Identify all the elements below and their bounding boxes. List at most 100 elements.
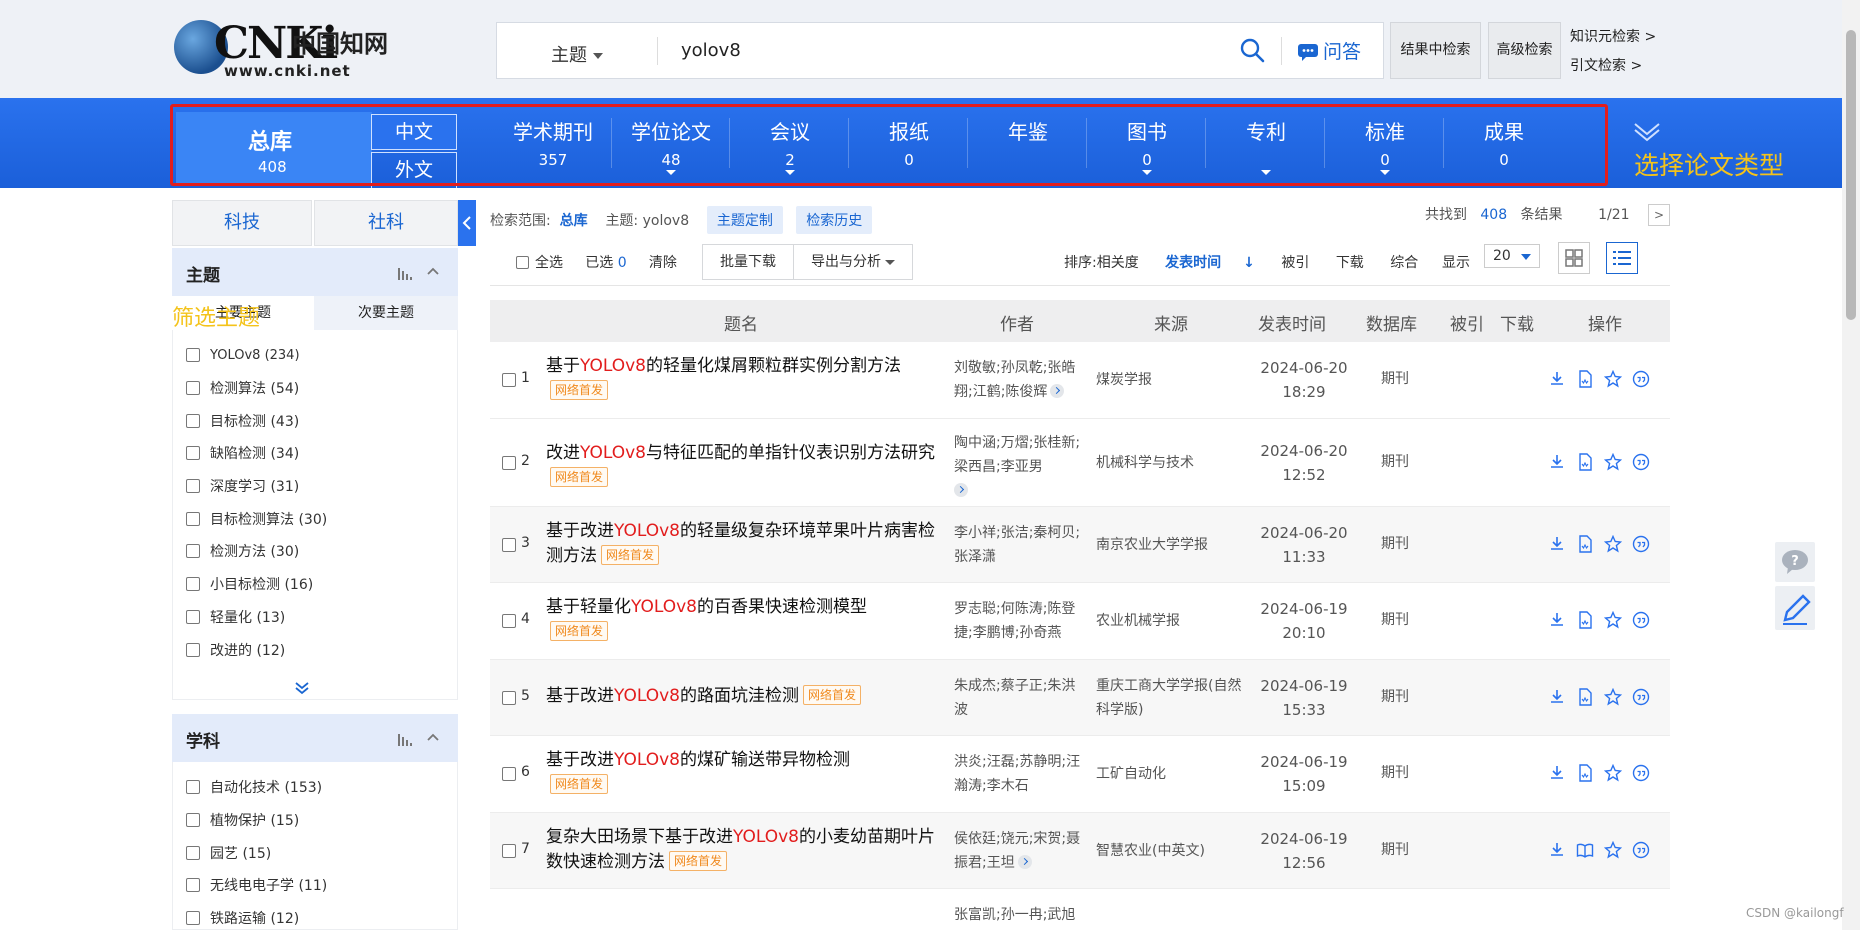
bulk-download-button[interactable]: 批量下载: [702, 244, 794, 280]
row-checkbox[interactable]: [502, 843, 516, 858]
authors[interactable]: 张富凯;孙一冉;武旭: [954, 903, 1086, 927]
source-link[interactable]: 工矿自动化: [1096, 762, 1246, 786]
subject-panel-header[interactable]: 学科: [172, 714, 458, 762]
more-authors-icon[interactable]: [1017, 854, 1032, 869]
html-read-icon[interactable]: [1576, 687, 1594, 706]
list-item[interactable]: 轻量化 (13): [186, 601, 456, 634]
star-icon[interactable]: [1604, 611, 1622, 629]
sort-relevance[interactable]: 相关度: [1097, 255, 1139, 271]
paper-title-link[interactable]: 基于YOLOv8的轻量化煤屑颗粒群实例分割方法 网络首发: [546, 354, 946, 404]
html-read-icon[interactable]: [1576, 452, 1594, 471]
search-icon[interactable]: [1239, 37, 1265, 63]
authors[interactable]: 洪炎;汪磊;苏静明;汪瀚涛;李木石: [954, 750, 1086, 798]
cite-icon[interactable]: [1632, 453, 1650, 471]
export-analysis-button[interactable]: 导出与分析: [793, 244, 913, 280]
download-icon[interactable]: [1548, 764, 1566, 782]
download-icon[interactable]: [1548, 535, 1566, 553]
row-checkbox[interactable]: [502, 537, 516, 552]
authors[interactable]: 陶中涵;万熠;张桂新;梁西昌;李亚男: [954, 431, 1086, 503]
cite-icon[interactable]: [1632, 370, 1650, 388]
paper-title-link[interactable]: 基于改进YOLOv8的路面坑洼检测 网络首发: [546, 684, 946, 709]
list-item[interactable]: 深度学习 (31): [186, 470, 456, 503]
row-checkbox[interactable]: [502, 373, 516, 387]
authors[interactable]: 侯依廷;饶元;宋贺;聂振君;王坦: [954, 827, 1086, 875]
chevron-down-icon[interactable]: [1632, 120, 1662, 142]
page-scrollbar[interactable]: [1842, 0, 1860, 930]
page-size-select[interactable]: 20: [1484, 244, 1540, 268]
expand-more-icon[interactable]: [294, 680, 310, 696]
source-link[interactable]: 重庆工商大学学报(自然科学版): [1096, 674, 1246, 722]
row-checkbox[interactable]: [502, 767, 516, 781]
cite-icon[interactable]: [1632, 611, 1650, 629]
list-item[interactable]: 检测方法 (30): [186, 535, 456, 568]
source-link[interactable]: 农业机械学报: [1096, 609, 1246, 633]
tab-tech[interactable]: 科技: [172, 200, 312, 246]
topic-custom-button[interactable]: 主题定制: [706, 206, 783, 234]
search-history-button[interactable]: 检索历史: [796, 206, 873, 234]
star-icon[interactable]: [1604, 764, 1622, 782]
list-item[interactable]: 目标检测 (43): [186, 404, 456, 437]
html-read-icon[interactable]: [1576, 370, 1594, 388]
sort-date[interactable]: 发表时间 ↓: [1165, 255, 1255, 271]
cite-icon[interactable]: [1632, 535, 1650, 553]
sidebar-collapse-button[interactable]: [458, 200, 476, 246]
more-authors-icon[interactable]: [1050, 384, 1065, 398]
scope-value[interactable]: 总库: [560, 213, 588, 229]
cite-icon[interactable]: [1632, 841, 1650, 859]
search-in-results-button[interactable]: 结果中检索: [1390, 22, 1481, 79]
authors[interactable]: 罗志聪;何陈涛;陈登捷;李鹏博;孙奇燕: [954, 597, 1086, 645]
authors[interactable]: 朱成杰;蔡子正;朱洪波: [954, 674, 1086, 722]
book-read-icon[interactable]: [1576, 841, 1594, 859]
feedback-button[interactable]: ?: [1775, 542, 1815, 582]
source-link[interactable]: 机械科学与技术: [1096, 451, 1246, 475]
list-item[interactable]: 植物保护 (15): [186, 804, 456, 837]
knowledge-search-link[interactable]: 知识元检索 >: [1570, 26, 1656, 46]
cite-icon[interactable]: [1632, 764, 1650, 782]
search-field-select[interactable]: 主题: [551, 41, 603, 67]
bar-chart-icon[interactable]: [398, 266, 414, 280]
citation-search-link[interactable]: 引文检索 >: [1570, 55, 1642, 75]
clear-button[interactable]: 清除: [649, 255, 677, 271]
select-all-checkbox[interactable]: 全选: [516, 255, 563, 271]
cite-icon[interactable]: [1632, 688, 1650, 706]
star-icon[interactable]: [1604, 687, 1622, 706]
row-checkbox[interactable]: [502, 690, 516, 705]
html-read-icon[interactable]: [1576, 764, 1594, 782]
list-item[interactable]: 自动化技术 (153): [186, 771, 456, 804]
topic-panel-header[interactable]: 主题: [172, 248, 458, 296]
chevron-up-icon[interactable]: [426, 730, 440, 744]
list-item[interactable]: 检测算法 (54): [186, 372, 456, 405]
row-checkbox[interactable]: [502, 614, 516, 628]
authors[interactable]: 刘敬敏;孙凤乾;张皓翔;江鹤;陈俊辉: [954, 356, 1086, 404]
cnki-logo[interactable]: CNKi 中国知网 www.cnki.net: [174, 18, 404, 80]
html-read-icon[interactable]: [1576, 611, 1594, 629]
advanced-search-button[interactable]: 高级检索: [1488, 22, 1561, 79]
tab-minor-topic[interactable]: 次要主题: [314, 296, 458, 330]
list-item[interactable]: 缺陷检测 (34): [186, 437, 456, 470]
sort-cited[interactable]: 被引: [1281, 255, 1309, 271]
search-input[interactable]: [681, 23, 1211, 78]
paper-title-link[interactable]: 基于轻量化YOLOv8的百香果快速检测模型 网络首发: [546, 595, 946, 645]
star-icon[interactable]: [1604, 370, 1622, 388]
scrollbar-thumb[interactable]: [1846, 30, 1856, 320]
paper-title-link[interactable]: 基于改进YOLOv8的轻量级复杂环境苹果叶片病害检测方法 网络首发: [546, 519, 946, 569]
download-icon[interactable]: [1548, 611, 1566, 629]
download-icon[interactable]: [1548, 688, 1566, 706]
download-icon[interactable]: [1548, 370, 1566, 388]
list-item[interactable]: 无线电电子学 (11): [186, 869, 456, 902]
paper-title-link[interactable]: 基于改进YOLOv8的煤矿输送带异物检测 网络首发: [546, 748, 946, 798]
list-item[interactable]: 铁路运输 (12): [186, 902, 456, 930]
chevron-up-icon[interactable]: [426, 264, 440, 278]
bar-chart-icon[interactable]: [398, 732, 414, 746]
download-icon[interactable]: [1548, 841, 1566, 859]
note-button[interactable]: [1775, 586, 1815, 630]
list-item[interactable]: 目标检测算法 (30): [186, 502, 456, 535]
sort-download[interactable]: 下载: [1336, 255, 1364, 271]
tab-social[interactable]: 社科: [314, 200, 458, 246]
more-authors-icon[interactable]: [954, 482, 968, 497]
star-icon[interactable]: [1604, 534, 1622, 553]
authors[interactable]: 李小祥;张洁;秦柯贝;张泽潇: [954, 521, 1086, 569]
grid-view-button[interactable]: [1558, 242, 1590, 274]
sort-overall[interactable]: 综合: [1390, 255, 1418, 271]
star-icon[interactable]: [1604, 840, 1622, 859]
